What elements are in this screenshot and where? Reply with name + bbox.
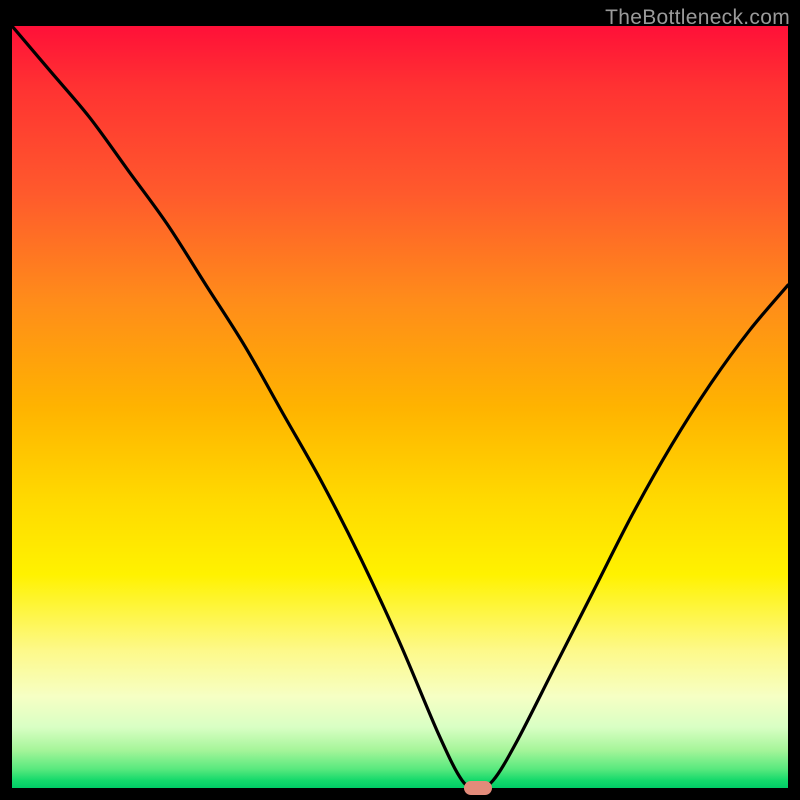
plot-area <box>12 26 788 788</box>
optimal-marker <box>464 781 492 795</box>
chart-stage: TheBottleneck.com <box>0 0 800 800</box>
bottleneck-curve <box>12 26 788 788</box>
